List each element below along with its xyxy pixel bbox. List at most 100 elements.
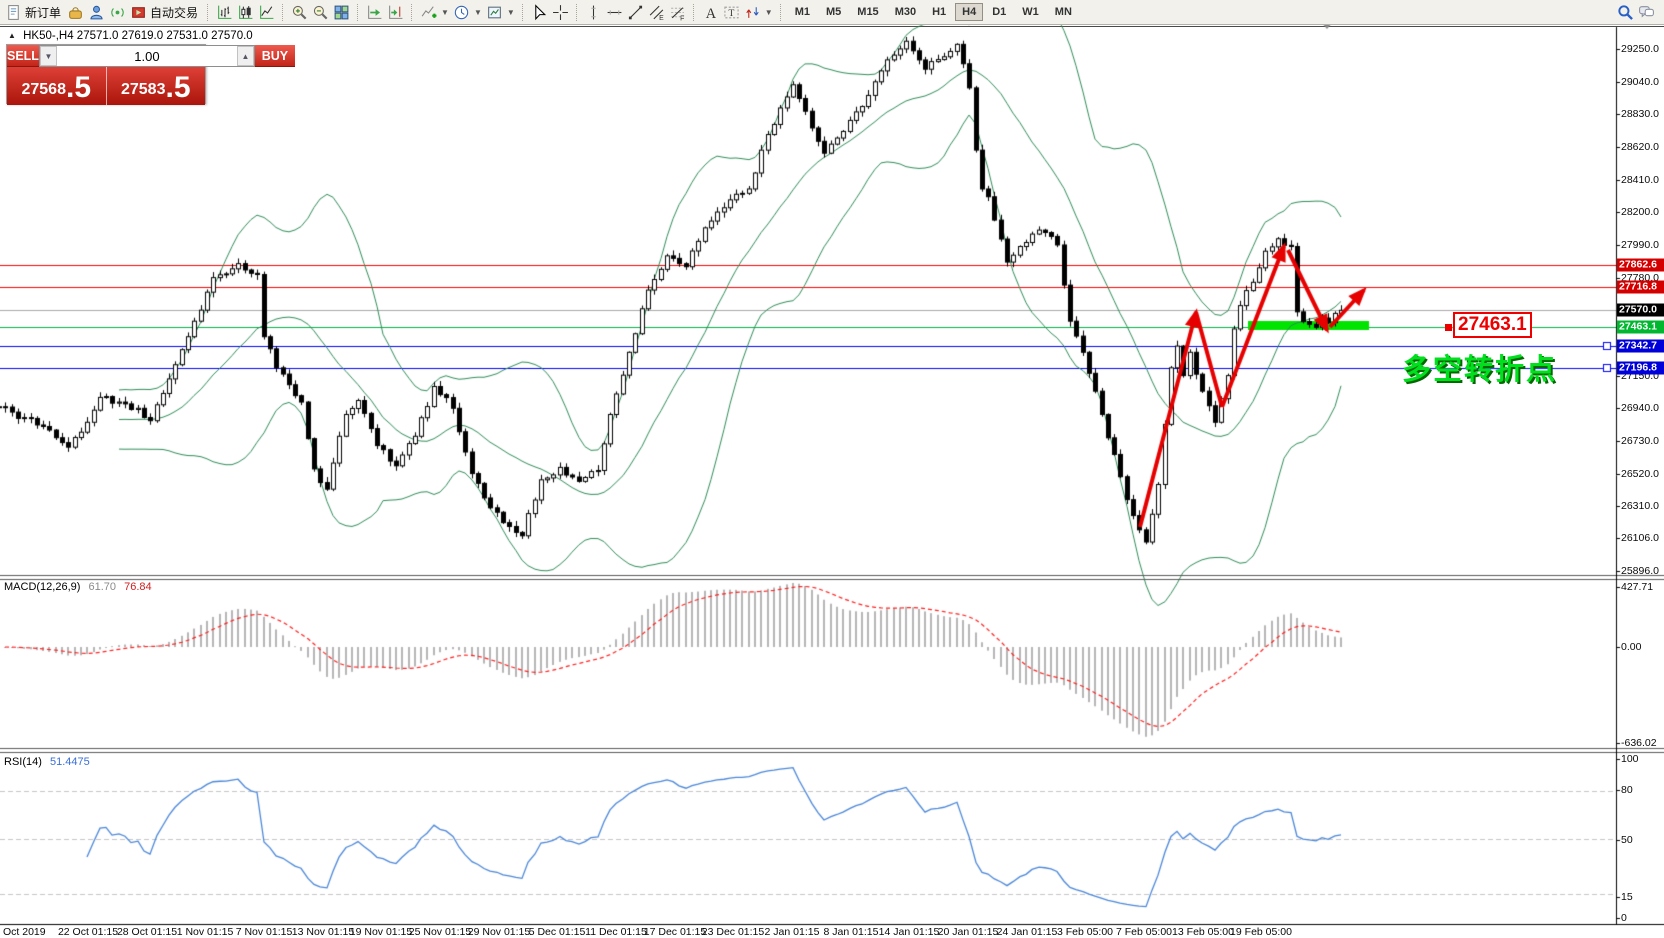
zoom-in-button[interactable] [289, 1, 310, 24]
periods-button[interactable]: ▼ [451, 1, 484, 24]
auto-scroll-icon [366, 4, 383, 21]
zoom-out-button[interactable] [310, 1, 331, 24]
equidistant-channel-button[interactable]: E [646, 1, 667, 24]
horizontal-line-icon [606, 4, 623, 21]
svg-text:E: E [659, 14, 664, 20]
crosshair-button[interactable] [550, 1, 571, 24]
sell-price-main: 27568 [21, 77, 66, 103]
timeframe-h4-button[interactable]: H4 [955, 3, 983, 21]
toolbar-separator [411, 4, 413, 21]
timeframe-d1-button[interactable]: D1 [985, 3, 1013, 21]
svg-text:T: T [728, 8, 734, 19]
signals-icon [109, 4, 126, 21]
toolbar-separator [522, 4, 524, 21]
bar-chart-button[interactable] [214, 1, 235, 24]
chart-shift-button[interactable] [385, 1, 406, 24]
new-order-button[interactable]: 新订单 [3, 1, 65, 24]
arrows-icon [744, 4, 761, 21]
text-button[interactable]: A [700, 1, 721, 24]
dropdown-arrow-icon[interactable]: ▼ [474, 8, 482, 17]
periods-icon [453, 4, 470, 21]
buy-price-fraction: .5 [165, 73, 190, 103]
toolbar-separator [576, 4, 578, 21]
fibonacci-button[interactable]: F [667, 1, 688, 24]
text-label-icon: T [723, 4, 740, 21]
toolbar-separator [780, 4, 782, 21]
vertical-line-icon [585, 4, 602, 21]
one-click-trading-panel: SELL ▼ ▲ BUY 27568.5 27583.5 [6, 44, 206, 104]
chart-shift-icon [387, 4, 404, 21]
indicators-button[interactable]: ▼ [418, 1, 451, 24]
insert-group: ▼ ▼ ▼ [418, 0, 517, 24]
indicators-icon [420, 4, 437, 21]
toolbar-separator [282, 4, 284, 21]
candlestick-button[interactable] [235, 1, 256, 24]
templates-button[interactable]: ▼ [484, 1, 517, 24]
svg-text:A: A [706, 5, 717, 20]
mt4-terminal: { "toolbar": { "groups": [ {"name": "tra… [0, 0, 1664, 938]
tile-windows-button[interactable] [331, 1, 352, 24]
search-icon [1617, 4, 1634, 21]
lines-group: EF [583, 0, 688, 24]
buy-button[interactable]: BUY [255, 45, 295, 67]
timeframe-h1-button[interactable]: H1 [925, 3, 953, 21]
main-toolbar: 新订单自动交易▼▼▼EFAT▼M1M5M15M30H1H4D1W1MN [0, 0, 1664, 25]
sell-price-display[interactable]: 27568.5 [7, 67, 106, 105]
search-button[interactable] [1615, 1, 1636, 24]
sell-price-fraction: .5 [66, 73, 91, 103]
buy-price-display[interactable]: 27583.5 [106, 67, 206, 105]
profile-button[interactable] [86, 1, 107, 24]
signals-button[interactable] [107, 1, 128, 24]
line-chart-icon [258, 4, 275, 21]
dropdown-arrow-icon[interactable]: ▼ [765, 8, 773, 17]
new-order-button-label: 新订单 [25, 4, 61, 21]
bar-chart-icon [216, 4, 233, 21]
volume-input[interactable] [57, 46, 237, 66]
vertical-line-button[interactable] [583, 1, 604, 24]
timeframe-m1-button[interactable]: M1 [788, 3, 817, 21]
svg-text:F: F [680, 15, 684, 21]
timeframe-mn-button[interactable]: MN [1048, 3, 1079, 21]
sell-button[interactable]: SELL [7, 45, 39, 67]
profile-icon [88, 4, 105, 21]
cursor-group [529, 0, 571, 24]
timeframe-w1-button[interactable]: W1 [1015, 3, 1046, 21]
cursor-button[interactable] [529, 1, 550, 24]
chart-type-group [214, 0, 277, 24]
trendline-button[interactable] [625, 1, 646, 24]
timeframe-m30-button[interactable]: M30 [888, 3, 923, 21]
dropdown-arrow-icon[interactable]: ▼ [441, 8, 449, 17]
timeframe-m5-button[interactable]: M5 [819, 3, 848, 21]
dropdown-arrow-icon[interactable]: ▼ [507, 8, 515, 17]
timeframe-m15-button[interactable]: M15 [850, 3, 885, 21]
chat-button[interactable] [1636, 1, 1657, 24]
text-label-button[interactable]: T [721, 1, 742, 24]
buy-price-main: 27583 [121, 77, 166, 103]
text-group: AT ▼ [700, 0, 775, 24]
volume-decrease-button[interactable]: ▼ [40, 46, 57, 66]
arrows-button[interactable]: ▼ [742, 1, 775, 24]
crosshair-icon [552, 4, 569, 21]
candlestick-icon [237, 4, 254, 21]
zoom-out-icon [312, 4, 329, 21]
zoom-group [289, 0, 352, 24]
channel-icon: E [648, 4, 665, 21]
volume-box: ▼ ▲ [39, 45, 255, 67]
templates-icon [486, 4, 503, 21]
autotrade-button[interactable]: 自动交易 [128, 1, 202, 24]
cursor-icon [531, 4, 548, 21]
new-order-icon [5, 4, 22, 21]
scroll-group [364, 0, 406, 24]
timeframe-group: M1M5M15M30H1H4D1W1MN [787, 0, 1080, 24]
line-chart-button[interactable] [256, 1, 277, 24]
toolbar-separator [357, 4, 359, 21]
zoom-in-icon [291, 4, 308, 21]
trade-group: 新订单 自动交易 [3, 0, 202, 24]
horizontal-line-button[interactable] [604, 1, 625, 24]
volume-increase-button[interactable]: ▲ [237, 46, 254, 66]
text-icon: A [702, 4, 719, 21]
toolbar-right-group [1615, 1, 1657, 24]
chart-canvas[interactable] [0, 0, 1664, 938]
market-watch-button[interactable] [65, 1, 86, 24]
auto-scroll-button[interactable] [364, 1, 385, 24]
